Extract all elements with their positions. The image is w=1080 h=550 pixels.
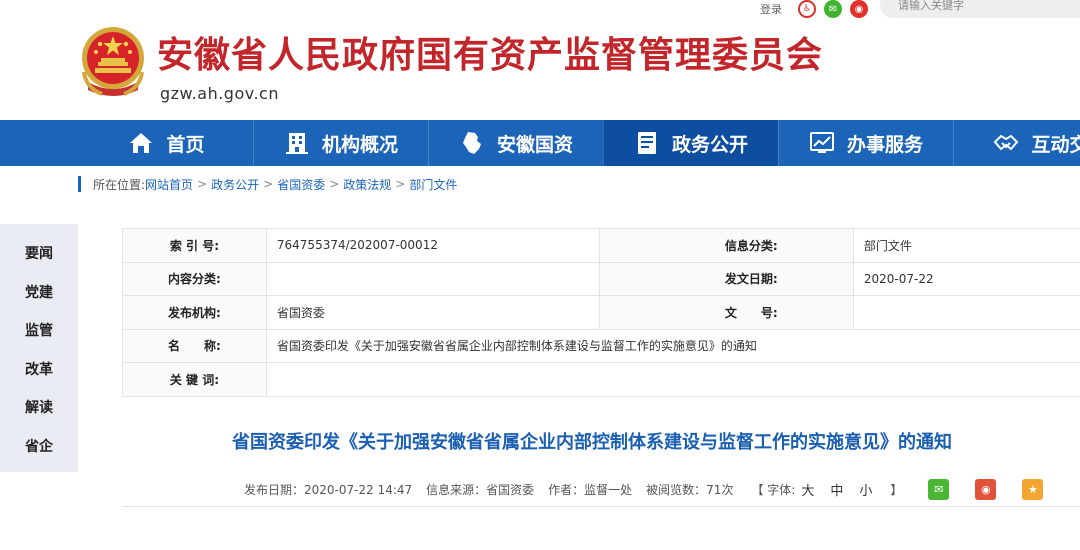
document-icon [637,132,656,154]
docno-value [852,295,1080,330]
sidebar: 要闻 党建 监管 改革 解读 省企 [0,224,78,472]
nav-label: 机构概况 [321,133,398,156]
site-domain: gzw.ah.gov.cn [160,84,279,103]
org-value: 省国资委 [265,295,600,330]
table-row: 发布机构: 省国资委 文 号: [122,295,1080,330]
name-value: 省国资委印发《关于加强安徽省省属企业内部控制体系建设与监督工作的实施意见》的通知 [265,328,1080,363]
accessibility-icon[interactable]: ♿ [798,0,816,18]
breadcrumb-separator: > [395,177,406,191]
view-count: 被阅览数：71次 [646,482,734,497]
article-meta: 发布日期：2020-07-22 14:47 信息来源：省国资委 作者：监督一处 … [244,478,1057,500]
index-label: 索 引 号: [122,228,267,263]
nav-item-about[interactable]: 机构概况 [253,120,428,166]
info-source: 信息来源：省国资委 [426,482,535,497]
breadcrumb: 所在位置: 网站首页 > 政务公开 > 省国资委 > 政策法规 > 部门文件 [78,176,457,192]
nav-item-anhui[interactable]: 安徽国资 [428,120,603,166]
breadcrumb-separator: > [263,177,274,191]
nav-label: 安徽国资 [496,133,573,156]
sidebar-item-supervision[interactable]: 监管 [0,311,78,350]
sidebar-item-party[interactable]: 党建 [0,273,78,312]
font-size-close: 】 [890,482,903,497]
org-label: 发布机构: [122,295,267,330]
table-row: 名 称: 省国资委印发《关于加强安徽省省属企业内部控制体系建设与监督工作的实施意… [122,328,1080,363]
publish-date: 发布日期：2020-07-22 14:47 [244,482,413,497]
site-title: 安徽省人民政府国有资产监督管理委员会 [157,35,824,76]
share-weibo-icon[interactable]: ◉ [975,478,997,500]
font-medium-button[interactable]: 中 [830,480,843,499]
search-input[interactable] [880,0,1080,18]
nav-item-gov-affairs[interactable]: 政务公开 [603,120,778,166]
nav-label: 政务公开 [671,133,748,156]
content-label: 内容分类: [122,261,267,296]
favorite-star-icon[interactable]: ★ [1022,478,1044,500]
nav-label: 办事服务 [846,133,923,156]
index-value: 764755374/202007-00012 [265,228,600,263]
nav-label: 首页 [166,133,205,156]
national-emblem-icon [82,27,144,96]
login-link[interactable]: 登录 [760,1,782,17]
breadcrumb-separator: > [329,177,340,191]
topbar: 登录 ♿ ✉ ◉ [760,0,868,18]
share-wechat-icon[interactable]: ✉ [928,478,950,500]
breadcrumb-sasac[interactable]: 省国资委 [277,176,325,193]
font-small-button[interactable]: 小 [859,480,872,499]
font-size-label: 【 字体: [751,482,796,497]
font-size-switcher: 【 字体: 大 中 小 】 [751,480,916,499]
divider [122,506,1080,507]
keywords-label: 关 键 词: [122,362,267,397]
wechat-icon[interactable]: ✉ [824,0,842,18]
keywords-value [265,362,1080,397]
author: 作者：监督一处 [548,482,633,497]
weibo-icon[interactable]: ◉ [850,0,868,18]
docno-label: 文 号: [598,295,854,330]
content-value [265,261,600,296]
table-row: 关 键 词: [122,362,1080,397]
breadcrumb-home[interactable]: 网站首页 [145,176,193,193]
nav-item-services[interactable]: 办事服务 [778,120,953,166]
chart-icon [809,132,834,153]
article-title: 省国资委印发《关于加强安徽省省属企业内部控制体系建设与监督工作的实施意见》的通知 [232,432,952,453]
table-row: 索 引 号: 764755374/202007-00012 信息分类: 部门文件 [122,228,1080,263]
sidebar-item-news[interactable]: 要闻 [0,234,78,273]
category-value: 部门文件 [852,228,1080,263]
sidebar-item-interpretation[interactable]: 解读 [0,388,78,427]
nav-item-interaction[interactable]: 互动交 [953,120,1080,166]
breadcrumb-gov-affairs[interactable]: 政务公开 [211,176,259,193]
category-label: 信息分类: [598,228,854,263]
main-nav: 首页 机构概况 安徽国资 政务公开 办事服务 互动交 [0,120,1080,166]
home-icon [130,133,153,153]
site-header: 登录 ♿ ✉ ◉ 安徽省人民政府国有资产监督管理委员会 gzw.ah.gov.c… [0,0,1080,120]
map-icon [462,132,481,154]
building-icon [285,133,308,154]
name-label: 名 称: [122,328,267,363]
date-label: 发文日期: [598,261,854,296]
breadcrumb-policy[interactable]: 政策法规 [343,176,391,193]
font-large-button[interactable]: 大 [801,480,814,499]
breadcrumb-separator: > [197,177,208,191]
breadcrumb-dept-docs[interactable]: 部门文件 [409,176,457,193]
nav-label: 互动交 [1031,133,1080,156]
date-value: 2020-07-22 [852,261,1080,296]
nav-item-home[interactable]: 首页 [0,120,253,166]
sidebar-item-enterprises[interactable]: 省企 [0,427,78,466]
sidebar-item-reform[interactable]: 改革 [0,350,78,389]
document-info-table: 索 引 号: 764755374/202007-00012 信息分类: 部门文件… [122,228,1080,397]
handshake-icon [994,134,1019,151]
breadcrumb-prefix: 所在位置: [93,177,146,192]
table-row: 内容分类: 发文日期: 2020-07-22 [122,261,1080,296]
